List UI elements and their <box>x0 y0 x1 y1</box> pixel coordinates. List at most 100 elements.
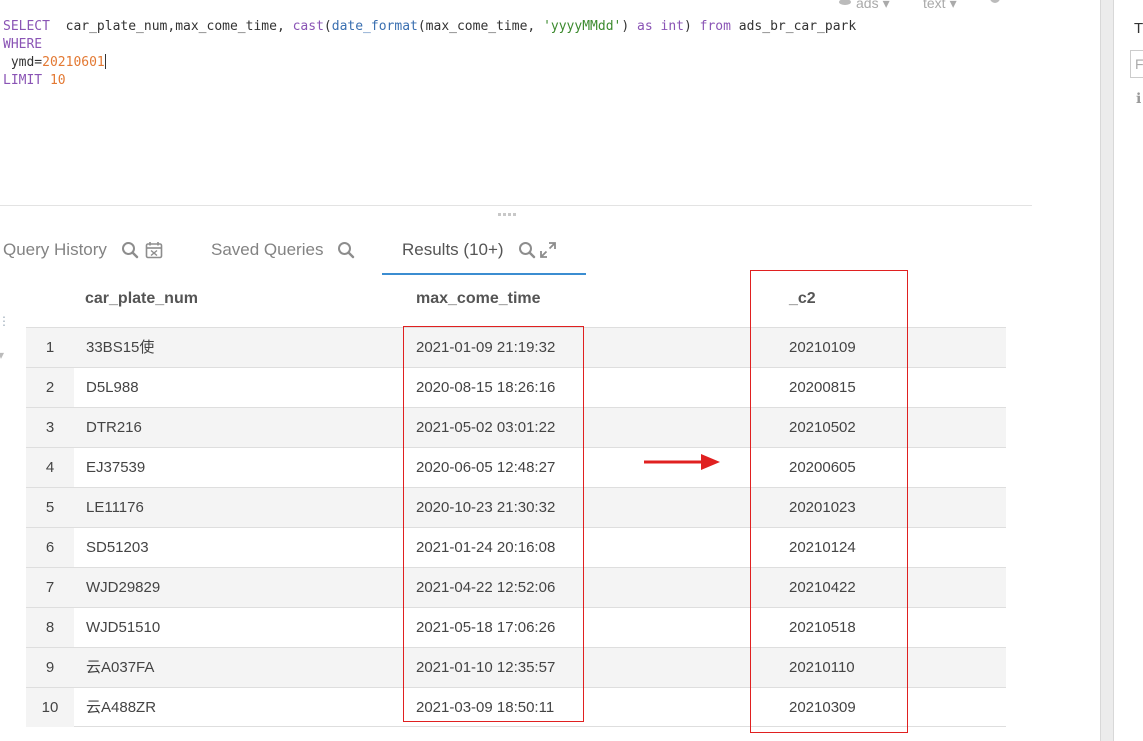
row-index: 7 <box>26 568 74 607</box>
code-close2: ) <box>683 19 700 34</box>
keyword-cast: cast <box>292 19 324 34</box>
cell-max-come-time: 2021-04-22 12:52:06 <box>416 579 556 596</box>
tab-results[interactable]: Results (10+) <box>402 240 556 260</box>
database-label: ads <box>856 0 879 11</box>
keyword-int: int <box>660 19 684 34</box>
row-index: 3 <box>26 408 74 447</box>
table-row[interactable]: 4 EJ37539 2020-06-05 12:48:27 20200605 <box>26 447 1006 487</box>
right-panel-input[interactable]: F <box>1130 50 1143 78</box>
keyword-from: from <box>699 19 731 34</box>
tab-query-history[interactable]: Query History <box>3 240 163 260</box>
cell-c2: 20210309 <box>789 699 856 716</box>
sql-editor[interactable]: SELECT car_plate_num,max_come_time, cast… <box>0 0 1032 205</box>
column-header-car-plate-num[interactable]: car_plate_num <box>85 290 198 308</box>
chevron-down-icon: ▾ <box>949 0 957 11</box>
cell-max-come-time: 2021-05-02 03:01:22 <box>416 419 556 436</box>
cell-car-plate-num: SD51203 <box>86 539 149 556</box>
text-cursor <box>104 54 106 69</box>
row-index: 8 <box>26 608 74 647</box>
expand-icon[interactable] <box>539 242 556 258</box>
cell-c2: 20200605 <box>789 459 856 476</box>
tab-active-indicator <box>382 273 586 275</box>
row-index: 4 <box>26 448 74 487</box>
row-index: 1 <box>26 328 74 367</box>
calendar-icon[interactable] <box>145 241 163 259</box>
cell-car-plate-num: 云A488ZR <box>86 699 157 716</box>
number-ymd: 20210601 <box>42 55 105 70</box>
keyword-where: WHERE <box>3 37 43 52</box>
database-icon <box>839 0 851 5</box>
editor-divider <box>0 205 1032 206</box>
cell-max-come-time: 2021-03-09 18:50:11 <box>416 699 555 716</box>
tab-saved-queries[interactable]: Saved Queries <box>211 240 355 260</box>
pane-splitter[interactable] <box>1100 0 1114 741</box>
number-limit: 10 <box>49 73 66 88</box>
results-table: 1 33BS15使 2021-01-09 21:19:32 20210109 2 D5L9… <box>26 327 1006 727</box>
more-icon[interactable] <box>1022 0 1028 6</box>
code-columns: car_plate_num,max_come_time, <box>49 19 293 34</box>
table-row[interactable]: 10 云A488ZR 2021-03-09 18:50:11 20210309 <box>26 687 1006 727</box>
cell-car-plate-num: WJD29829 <box>86 579 161 596</box>
cell-max-come-time: 2021-01-24 20:16:08 <box>416 539 556 556</box>
chevron-down-icon: ▾ <box>882 0 890 11</box>
cell-c2: 20210422 <box>789 579 856 596</box>
right-panel: T F ℹ <box>1114 0 1143 741</box>
column-header-max-come-time[interactable]: max_come_time <box>416 290 541 308</box>
gutter-icon[interactable]: ⋮ <box>0 314 10 328</box>
resize-grip-icon[interactable] <box>498 213 516 219</box>
keyword-select: SELECT <box>3 19 50 34</box>
table-row[interactable]: 6 SD51203 2021-01-24 20:16:08 20210124 <box>26 527 1006 567</box>
cell-max-come-time: 2021-05-18 17:06:26 <box>416 619 556 636</box>
code-args: (max_come_time, <box>417 19 544 34</box>
table-row[interactable]: 1 33BS15使 2021-01-09 21:19:32 20210109 <box>26 327 1006 367</box>
code-line-1: SELECT car_plate_num,max_come_time, cast… <box>3 18 856 36</box>
cell-car-plate-num: 云A037FA <box>86 659 155 676</box>
cell-car-plate-num: 33BS15使 <box>86 339 155 356</box>
cell-car-plate-num: DTR216 <box>86 419 142 436</box>
type-selector[interactable]: text ▾ <box>923 0 957 12</box>
cell-car-plate-num: D5L988 <box>86 379 139 396</box>
database-selector[interactable]: ads ▾ <box>838 0 890 12</box>
type-label: text <box>923 0 946 11</box>
cell-max-come-time: 2020-10-23 21:30:32 <box>416 499 556 516</box>
code-paren: ( <box>323 19 332 34</box>
table-row[interactable]: 9 云A037FA 2021-01-10 12:35:57 20210110 <box>26 647 1006 687</box>
row-index: 6 <box>26 528 74 567</box>
table-row[interactable]: 2 D5L988 2020-08-15 18:26:16 20200815 <box>26 367 1006 407</box>
cell-max-come-time: 2021-01-10 12:35:57 <box>416 659 556 676</box>
code-close: ) <box>621 19 638 34</box>
right-panel-title: T <box>1134 20 1143 37</box>
string-format: 'yyyyMMdd' <box>543 19 622 34</box>
search-icon[interactable] <box>518 241 536 259</box>
tab-results-label: Results (10+) <box>402 240 504 259</box>
cell-c2: 20210502 <box>789 419 856 436</box>
search-icon[interactable] <box>121 241 139 259</box>
cell-c2: 20210124 <box>789 539 856 556</box>
gutter-dropdown-icon[interactable]: ▾ <box>0 348 4 362</box>
code-field: ymd= <box>3 55 43 70</box>
cell-c2: 20210109 <box>789 339 856 356</box>
keyword-as: as <box>637 19 653 34</box>
row-index: 2 <box>26 368 74 407</box>
cell-c2: 20200815 <box>789 379 856 396</box>
cell-max-come-time: 2020-06-05 12:48:27 <box>416 459 556 476</box>
cell-c2: 20210110 <box>789 659 855 676</box>
row-index: 10 <box>26 688 74 727</box>
function-date-format: date_format <box>331 19 418 34</box>
table-row[interactable]: 8 WJD51510 2021-05-18 17:06:26 20210518 <box>26 607 1006 647</box>
cell-c2: 20201023 <box>789 499 856 516</box>
column-header-c2[interactable]: _c2 <box>789 290 816 308</box>
tab-query-history-label: Query History <box>3 240 107 259</box>
table-row[interactable]: 5 LE11176 2020-10-23 21:30:32 20201023 <box>26 487 1006 527</box>
code-line-2: WHERE <box>3 36 42 54</box>
code-line-3: ymd=20210601 <box>3 54 106 72</box>
arrow-right-icon <box>644 454 720 470</box>
cell-car-plate-num: EJ37539 <box>86 459 146 476</box>
search-icon[interactable] <box>337 241 355 259</box>
gear-icon[interactable] <box>988 0 1002 6</box>
table-row[interactable]: 7 WJD29829 2021-04-22 12:52:06 20210422 <box>26 567 1006 607</box>
cell-car-plate-num: LE11176 <box>86 499 144 516</box>
table-row[interactable]: 3 DTR216 2021-05-02 03:01:22 20210502 <box>26 407 1006 447</box>
